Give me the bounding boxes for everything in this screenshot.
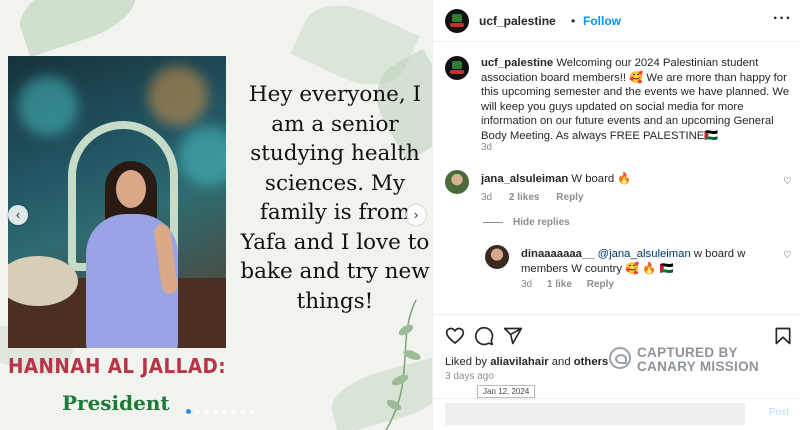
- caption-line: Yafa and I love to: [240, 229, 430, 255]
- member-name: HANNAH AL JALLAD:: [8, 354, 227, 378]
- reply-button[interactable]: Reply: [587, 279, 614, 290]
- caption-line: bake and try new: [240, 259, 430, 284]
- carousel-dot[interactable]: [186, 409, 191, 414]
- image-caption-text: Hey everyone, I am a senior studying hea…: [240, 80, 430, 316]
- hide-replies-button[interactable]: Hide replies: [513, 217, 570, 228]
- reply-likes[interactable]: 1 like: [547, 279, 572, 290]
- watermark-line1: CAPTURED BY: [637, 345, 738, 360]
- liked-by-user[interactable]: aliavilahair: [490, 356, 548, 368]
- caption-username[interactable]: ucf_palestine: [481, 57, 553, 69]
- carousel-dot[interactable]: [249, 409, 254, 414]
- liked-by-and: and: [548, 356, 574, 368]
- caption-line: am a senior: [271, 111, 399, 137]
- bookmark-icon[interactable]: [773, 326, 793, 346]
- watermark-line2: CANARY MISSION: [637, 359, 759, 374]
- post-button[interactable]: Post: [769, 407, 789, 418]
- comment-likes[interactable]: 2 likes: [509, 192, 540, 203]
- vine-decoration: [385, 300, 421, 430]
- caption-timestamp: 3d: [481, 142, 493, 153]
- reply-meta: 3d 1 like Reply: [521, 279, 626, 290]
- watermark: CAPTURED BY CANARY MISSION: [637, 346, 759, 374]
- comment-icon[interactable]: [474, 326, 494, 346]
- carousel-dot[interactable]: [204, 409, 209, 414]
- caption-line: Hey everyone, I: [248, 82, 422, 107]
- carousel-dot[interactable]: [213, 409, 218, 414]
- comment-body: W board 🔥: [568, 173, 632, 185]
- comment-text: jana_alsuleiman W board 🔥: [481, 172, 631, 185]
- avatar[interactable]: [445, 56, 469, 80]
- member-role: President: [62, 391, 170, 415]
- reply-text: dinaaaaaaa__ @jana_alsuleiman w board w …: [521, 247, 771, 276]
- avatar[interactable]: [445, 9, 469, 33]
- comment-username[interactable]: jana_alsuleiman: [481, 173, 568, 185]
- liked-by: Liked by aliavilahair and others: [445, 356, 608, 368]
- follow-button[interactable]: Follow: [583, 14, 621, 28]
- carousel-prev-button[interactable]: ‹: [8, 205, 28, 225]
- post-image: Hey everyone, I am a senior studying hea…: [0, 0, 432, 430]
- reply-timestamp: 3d: [521, 279, 533, 290]
- post-sidebar: ucf_palestine • Follow ··· ucf_palestine…: [432, 0, 800, 430]
- carousel-dot[interactable]: [231, 409, 236, 414]
- reply-username[interactable]: dinaaaaaaa__: [521, 248, 595, 260]
- share-icon[interactable]: [503, 326, 523, 346]
- caption-text: Welcoming our 2024 Palestinian student a…: [481, 57, 790, 142]
- comment-meta: 3d 2 likes Reply: [481, 192, 598, 203]
- liked-by-prefix: Liked by: [445, 356, 491, 368]
- divider: [433, 314, 800, 315]
- comment-timestamp: 3d: [481, 192, 493, 203]
- like-heart-icon[interactable]: [445, 326, 465, 346]
- heart-icon[interactable]: ♡: [783, 250, 792, 261]
- caption-line: studying health: [250, 141, 420, 166]
- divider: [483, 222, 503, 223]
- more-options-icon[interactable]: ···: [773, 10, 792, 28]
- post-caption: ucf_palestine Welcoming our 2024 Palesti…: [481, 56, 797, 144]
- canary-logo-icon: [609, 347, 631, 369]
- comment-form: Post: [433, 398, 800, 430]
- caption-line: sciences. My: [264, 170, 406, 196]
- carousel-dot[interactable]: [195, 409, 200, 414]
- post-timestamp[interactable]: 3 days ago: [445, 371, 494, 382]
- liked-by-others[interactable]: others: [574, 356, 609, 368]
- avatar[interactable]: [485, 245, 509, 269]
- reply-button[interactable]: Reply: [556, 192, 583, 203]
- comment-input[interactable]: [445, 403, 745, 425]
- separator-dot: •: [571, 14, 576, 28]
- mention-link[interactable]: @jana_alsuleiman: [595, 248, 691, 260]
- carousel-dot[interactable]: [222, 409, 227, 414]
- caption-line: family is from: [259, 200, 411, 225]
- header-username[interactable]: ucf_palestine: [479, 14, 556, 28]
- post-header: ucf_palestine • Follow ···: [433, 0, 800, 42]
- carousel-dots: [186, 409, 254, 414]
- carousel-next-button[interactable]: ›: [406, 205, 426, 225]
- heart-icon[interactable]: ♡: [783, 176, 792, 187]
- date-tooltip: Jan 12, 2024: [477, 385, 536, 398]
- avatar[interactable]: [445, 170, 469, 194]
- carousel-dot[interactable]: [240, 409, 245, 414]
- portrait-photo: [8, 56, 226, 348]
- leaf-decoration: [11, 0, 145, 58]
- caption-line: things!: [296, 288, 374, 314]
